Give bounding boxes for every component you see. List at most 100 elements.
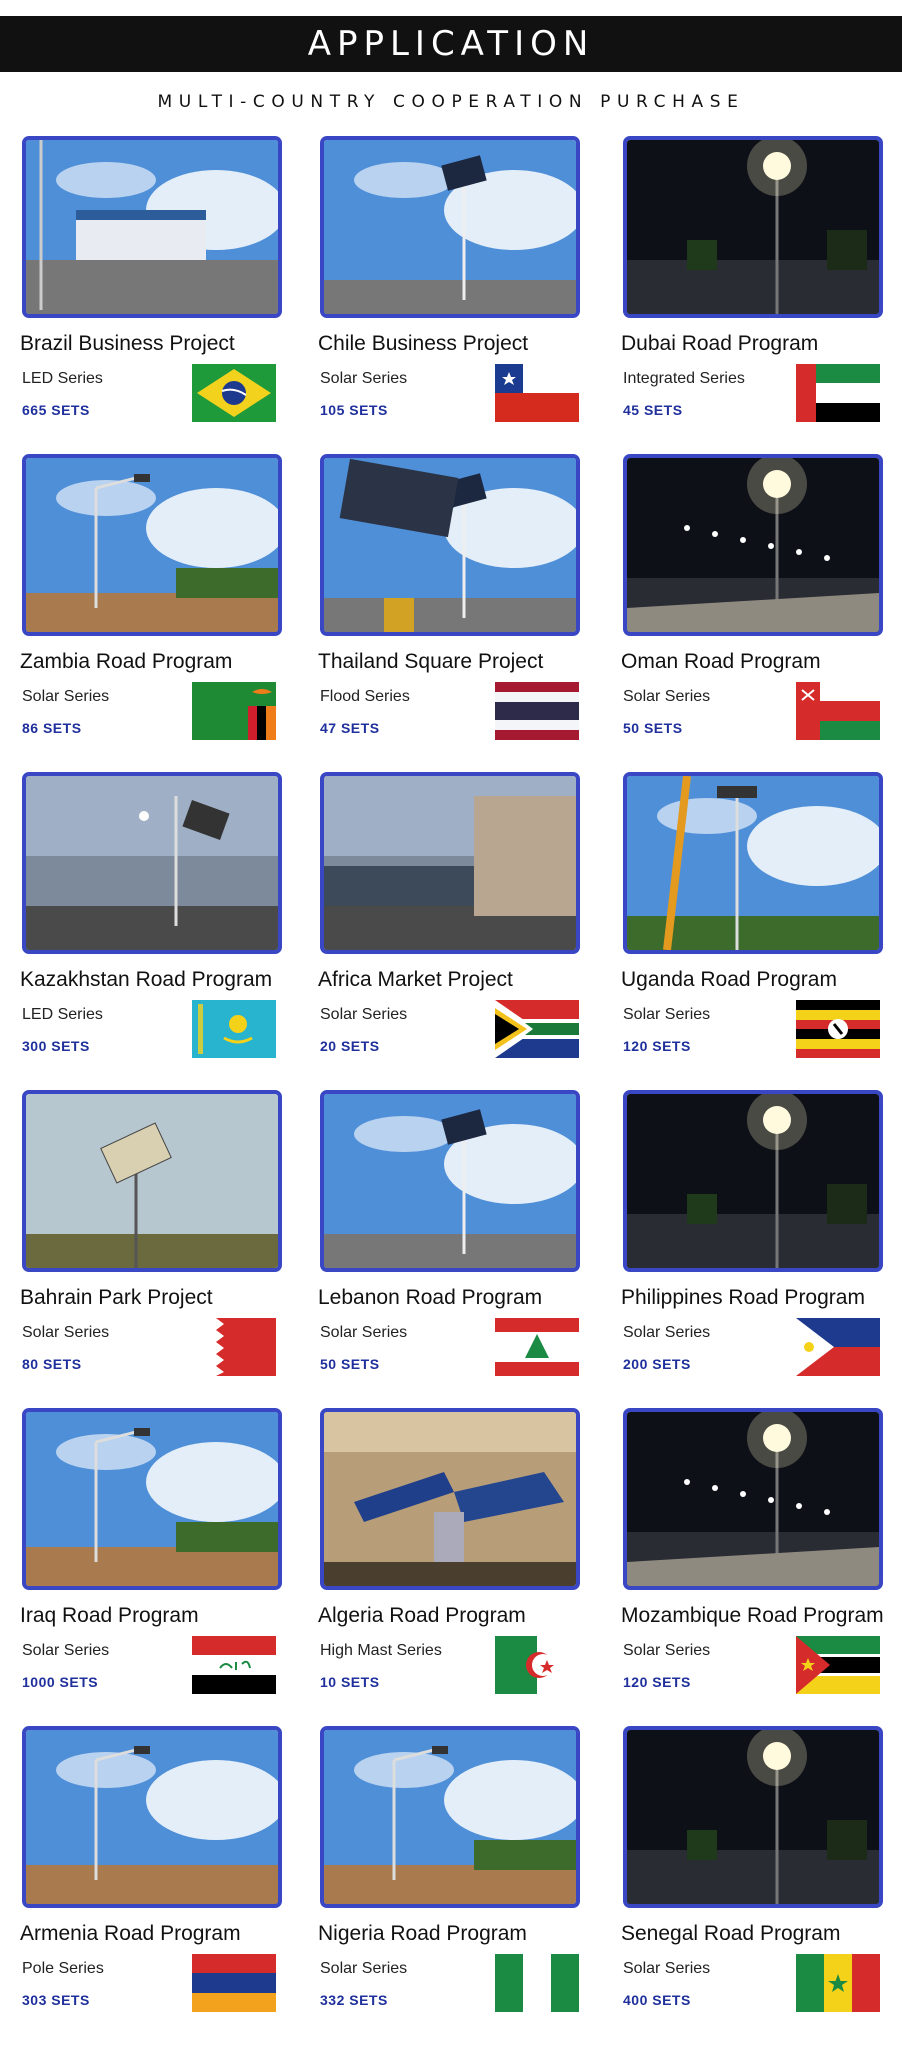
project-series: Solar Series xyxy=(22,1324,110,1341)
project-name: Oman Road Program xyxy=(621,650,821,673)
uae-flag-icon xyxy=(796,364,880,422)
project-sets: 50 SETS xyxy=(320,1356,380,1372)
zambia-flag-icon xyxy=(192,682,276,740)
project-series: Flood Series xyxy=(320,688,410,705)
chile-flag-icon xyxy=(495,364,579,422)
project-sets: 200 SETS xyxy=(623,1356,691,1372)
project-sets: 400 SETS xyxy=(623,1992,691,2008)
project-photo xyxy=(623,1090,883,1272)
application-header: APPLICATION xyxy=(0,16,902,72)
lebanon-flag-icon xyxy=(495,1318,579,1376)
project-sets: 86 SETS xyxy=(22,720,82,736)
page-subtitle: MULTI-COUNTRY COOPERATION PURCHASE xyxy=(157,92,745,112)
project-sets: 120 SETS xyxy=(623,1674,691,1690)
mozambique-flag-icon xyxy=(796,1636,880,1694)
project-card-chile-business-project: Chile Business Project Solar Series 105 SE… xyxy=(298,128,601,446)
project-sets: 20 SETS xyxy=(320,1038,380,1054)
project-photo xyxy=(320,1408,580,1590)
project-series: LED Series xyxy=(22,1006,103,1023)
project-card-mozambique-road-program: Mozambique Road Program Solar Series 120 S… xyxy=(601,1400,902,1718)
project-photo xyxy=(320,454,580,636)
project-photo xyxy=(320,772,580,954)
project-name: Iraq Road Program xyxy=(20,1604,199,1627)
project-card-oman-road-program: Oman Road Program Solar Series 50 SETS xyxy=(601,446,902,764)
philippines-flag-icon xyxy=(796,1318,880,1376)
armenia-flag-icon xyxy=(192,1954,276,2012)
oman-flag-icon xyxy=(796,682,880,740)
project-series: High Mast Series xyxy=(320,1642,442,1659)
algeria-flag-icon xyxy=(495,1636,579,1694)
project-photo xyxy=(320,1726,580,1908)
project-photo xyxy=(22,1408,282,1590)
project-sets: 665 SETS xyxy=(22,402,90,418)
project-name: Senegal Road Program xyxy=(621,1922,841,1945)
project-photo xyxy=(623,772,883,954)
project-name: Zambia Road Program xyxy=(20,650,233,673)
kazakhstan-flag-icon xyxy=(192,1000,276,1058)
project-card-bahrain-park-project: Bahrain Park Project Solar Series 80 SETS xyxy=(0,1082,298,1400)
senegal-flag-icon xyxy=(796,1954,880,2012)
project-series: Solar Series xyxy=(623,1324,711,1341)
project-series: Solar Series xyxy=(623,1642,711,1659)
project-card-lebanon-road-program: Lebanon Road Program Solar Series 50 SETS xyxy=(298,1082,601,1400)
project-photo xyxy=(22,136,282,318)
project-card-philippines-road-program: Philippines Road Program Solar Series 200 … xyxy=(601,1082,902,1400)
project-name: Chile Business Project xyxy=(318,332,529,355)
project-series: Solar Series xyxy=(320,1960,408,1977)
project-series: Solar Series xyxy=(623,1006,711,1023)
project-card-thailand-square-project: Thailand Square Project Flood Series 47 SE… xyxy=(298,446,601,764)
south-africa-flag-icon xyxy=(495,1000,579,1058)
page-title: APPLICATION xyxy=(307,24,595,64)
project-sets: 45 SETS xyxy=(623,402,683,418)
project-series: Solar Series xyxy=(22,1642,110,1659)
project-name: Dubai Road Program xyxy=(621,332,819,355)
project-photo xyxy=(22,1090,282,1272)
project-name: Africa Market Project xyxy=(318,968,513,991)
project-photo xyxy=(22,772,282,954)
bahrain-flag-icon xyxy=(192,1318,276,1376)
project-card-iraq-road-program: Iraq Road Program Solar Series 1000 SETS xyxy=(0,1400,298,1718)
iraq-flag-icon xyxy=(192,1636,276,1694)
project-sets: 300 SETS xyxy=(22,1038,90,1054)
project-series: Integrated Series xyxy=(623,370,745,387)
project-series: Solar Series xyxy=(623,1960,711,1977)
project-sets: 120 SETS xyxy=(623,1038,691,1054)
project-card-kazakhstan-road-program: Kazakhstan Road Program LED Series 300 SET… xyxy=(0,764,298,1082)
project-card-zambia-road-program: Zambia Road Program Solar Series 86 SETS xyxy=(0,446,298,764)
project-photo xyxy=(320,1090,580,1272)
nigeria-flag-icon xyxy=(495,1954,579,2012)
project-name: Nigeria Road Program xyxy=(318,1922,527,1945)
project-name: Brazil Business Project xyxy=(20,332,235,355)
project-photo xyxy=(320,136,580,318)
project-card-uganda-road-program: Uganda Road Program Solar Series 120 SETS xyxy=(601,764,902,1082)
project-name: Armenia Road Program xyxy=(20,1922,241,1945)
project-name: Kazakhstan Road Program xyxy=(20,968,273,991)
project-series: Pole Series xyxy=(22,1960,104,1977)
project-name: Bahrain Park Project xyxy=(20,1286,213,1309)
brazil-flag-icon xyxy=(192,364,276,422)
project-card-brazil-business-project: Brazil Business Project LED Series 665 SET… xyxy=(0,128,298,446)
project-card-armenia-road-program: Armenia Road Program Pole Series 303 SETS xyxy=(0,1718,298,2036)
project-name: Uganda Road Program xyxy=(621,968,837,991)
uganda-flag-icon xyxy=(796,1000,880,1058)
project-card-nigeria-road-program: Nigeria Road Program Solar Series 332 SETS xyxy=(298,1718,601,2036)
project-sets: 50 SETS xyxy=(623,720,683,736)
project-card-senegal-road-program: Senegal Road Program Solar Series 400 SETS xyxy=(601,1718,902,2036)
project-name: Philippines Road Program xyxy=(621,1286,865,1309)
project-name: Algeria Road Program xyxy=(318,1604,526,1627)
project-photo xyxy=(623,1726,883,1908)
project-photo xyxy=(22,1726,282,1908)
project-card-africa-market-project: Africa Market Project Solar Series 20 SETS xyxy=(298,764,601,1082)
project-series: Solar Series xyxy=(320,370,408,387)
project-photo xyxy=(623,136,883,318)
project-photo xyxy=(623,1408,883,1590)
project-card-algeria-road-program: Algeria Road Program High Mast Series 10 S… xyxy=(298,1400,601,1718)
project-series: Solar Series xyxy=(22,688,110,705)
project-name: Lebanon Road Program xyxy=(318,1286,543,1309)
project-series: LED Series xyxy=(22,370,103,387)
project-photo xyxy=(623,454,883,636)
project-series: Solar Series xyxy=(320,1006,408,1023)
project-sets: 105 SETS xyxy=(320,402,388,418)
project-name: Thailand Square Project xyxy=(318,650,544,673)
project-grid: Brazil Business Project LED Series 665 SET… xyxy=(0,128,902,2038)
